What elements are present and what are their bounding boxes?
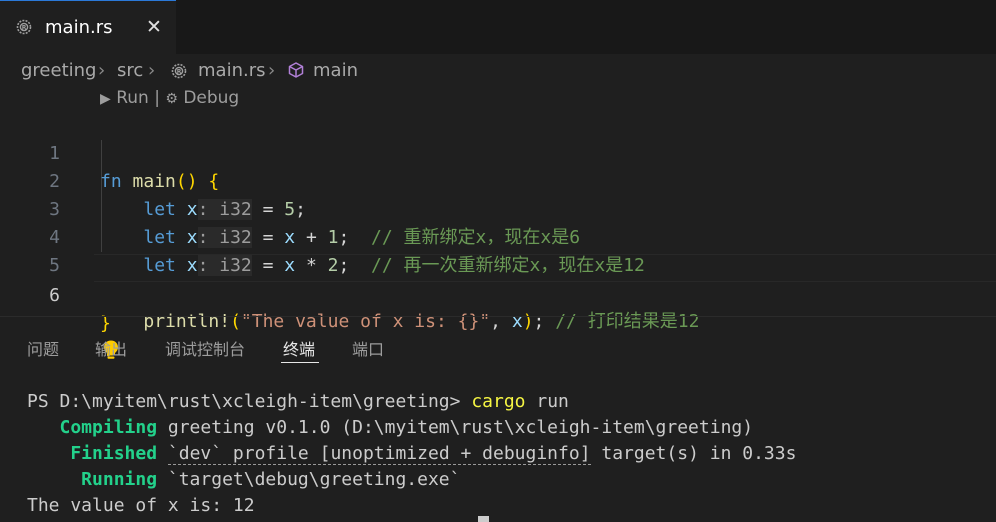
- panel-divider: [0, 316, 996, 317]
- breadcrumb-symbol[interactable]: main: [313, 60, 358, 81]
- cube-symbol-icon: [288, 62, 304, 78]
- line-number: 6: [49, 285, 60, 306]
- code-line: 1 fn main() {: [0, 112, 996, 192]
- terminal-line-finished: Finished `dev` profile [unoptimized + de…: [27, 443, 797, 465]
- breadcrumb-file[interactable]: main.rs: [198, 60, 265, 81]
- tab-main-rs[interactable]: R main.rs ✕: [0, 0, 176, 54]
- terminal-line-output: The value of x is: 12: [27, 495, 255, 516]
- code-editor[interactable]: 1 fn main() { 2 let x: i32 = 5; 3 let x:…: [0, 112, 996, 359]
- rust-file-icon: R: [171, 63, 187, 79]
- play-icon: ▶: [100, 91, 111, 107]
- code-line: 6 }: [0, 254, 996, 334]
- code-comment: // 打印结果是12: [555, 311, 700, 332]
- codelens: ▶ Run | ⚙ Debug: [100, 88, 239, 108]
- svg-text:R: R: [22, 25, 27, 32]
- breadcrumb-separator: ›: [268, 60, 276, 81]
- codelens-separator: |: [154, 88, 160, 108]
- panel-tab-terminal[interactable]: 终端: [283, 336, 315, 360]
- breadcrumb-separator: ›: [148, 60, 156, 81]
- panel-tab-debug-console[interactable]: 调试控制台: [165, 336, 245, 360]
- active-tab-indicator: [281, 362, 319, 363]
- code-line: 2 let x: i32 = 5;: [0, 140, 996, 220]
- svg-text:R: R: [177, 69, 182, 76]
- terminal-line-prompt: PS D:\myitem\rust\xcleigh-item\greeting>…: [27, 391, 569, 412]
- terminal-link[interactable]: `dev` profile [unoptimized + debuginfo]: [167, 443, 591, 465]
- panel-tab-problems[interactable]: 问题: [27, 336, 59, 360]
- terminal-line-compiling: Compiling greeting v0.1.0 (D:\myitem\rus…: [27, 417, 754, 438]
- code-line: 5 println!("The value of x is: {}", x); …: [0, 224, 996, 359]
- rust-file-icon: R: [16, 19, 32, 35]
- breadcrumb-folder-src[interactable]: src: [117, 60, 143, 81]
- panel-tab-ports[interactable]: 端口: [352, 336, 384, 360]
- code-line: 4 let x: i32 = x * 2; // 再一次重新绑定x，现在x是12: [0, 196, 996, 276]
- terminal-cursor: [478, 516, 489, 522]
- tab-bar: R main.rs ✕: [0, 0, 996, 54]
- breadcrumb: greeting › src › R main.rs › main: [0, 54, 996, 88]
- terminal-line-running: Running `target\debug\greeting.exe`: [27, 469, 461, 490]
- close-icon[interactable]: ✕: [146, 16, 162, 38]
- breadcrumb-separator: ›: [98, 60, 106, 81]
- debug-codelens[interactable]: ⚙ Debug: [165, 88, 239, 108]
- tab-label: main.rs: [45, 17, 113, 38]
- run-codelens[interactable]: ▶ Run: [100, 88, 149, 108]
- panel-tab-output[interactable]: 输出: [95, 336, 127, 360]
- code-line: 3 let x: i32 = x + 1; // 重新绑定x，现在x是6: [0, 168, 996, 248]
- breadcrumb-folder-greeting[interactable]: greeting: [21, 60, 96, 81]
- gear-icon: ⚙: [165, 91, 178, 107]
